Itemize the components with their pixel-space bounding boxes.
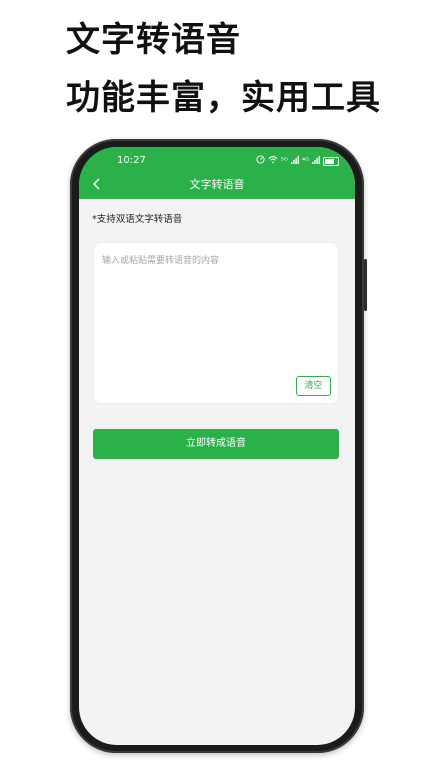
text-input[interactable] [102,253,328,371]
app-header: 10:27 ⁵ᴳ ⁴ᴳ 文字转语音 [79,147,355,199]
status-icons: ⁵ᴳ ⁴ᴳ [256,155,339,167]
clear-button[interactable]: 清空 [296,376,331,396]
phone-frame: 10:27 ⁵ᴳ ⁴ᴳ 文字转语音 *支持双语文字转语音 输入或粘贴需要转语音的… [70,139,367,753]
promo-headline: 文字转语音 [66,20,241,60]
phone-screen: 10:27 ⁵ᴳ ⁴ᴳ 文字转语音 *支持双语文字转语音 输入或粘贴需要转语音的… [79,147,355,745]
bilingual-hint: *支持双语文字转语音 [92,214,183,225]
speed-icon [256,155,265,167]
phone-side-button [364,259,367,311]
status-time: 10:27 [117,155,146,166]
signal-icon-2 [312,155,320,167]
text-input-card: 清空 [93,242,339,404]
signal-label-2: ⁴ᴳ [301,156,309,165]
battery-icon [323,156,339,166]
signal-icon-1 [290,155,299,167]
promo-subline: 功能丰富，实用工具 [66,78,381,118]
wifi-icon [268,155,278,167]
convert-to-speech-button[interactable]: 立即转成语音 [93,429,339,459]
signal-label-1: ⁵ᴳ [280,156,288,165]
app-title: 文字转语音 [189,178,245,191]
promo-page: 文字转语音 功能丰富，实用工具 10:27 ⁵ᴳ ⁴ᴳ 文字转语音 *支持双语文… [0,0,432,768]
